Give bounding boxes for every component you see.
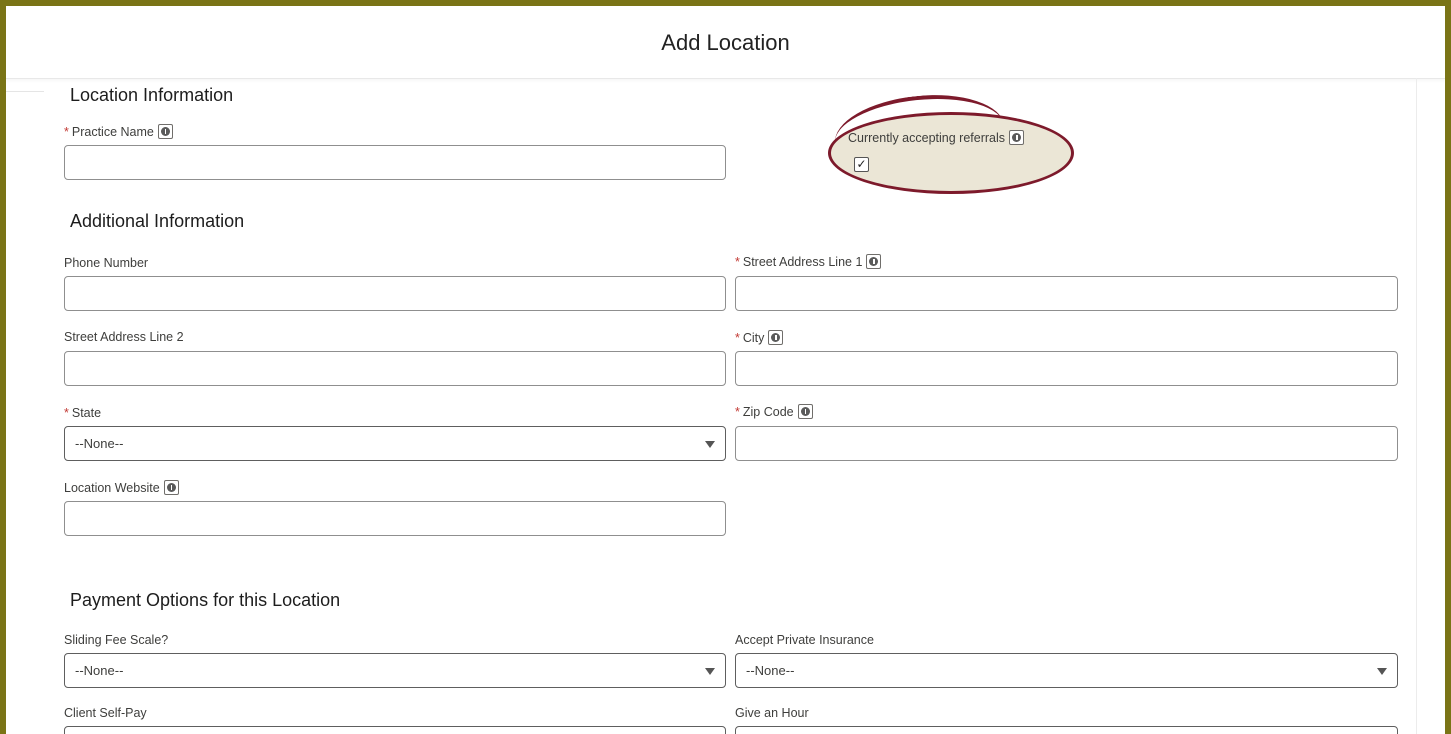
required-marker: * — [64, 406, 69, 420]
divider — [6, 91, 44, 92]
sliding-fee-select-value: --None-- — [75, 663, 124, 678]
location-website-input[interactable] — [64, 501, 726, 536]
sliding-fee-select[interactable]: --None-- — [64, 653, 726, 688]
zip-code-input[interactable] — [735, 426, 1398, 461]
practice-name-label-text: Practice Name — [71, 124, 154, 139]
required-marker: * — [735, 330, 740, 345]
location-website-label-text: Location Website — [64, 480, 160, 495]
street1-input[interactable] — [735, 276, 1398, 311]
phone-number-label: Phone Number — [64, 256, 148, 270]
city-label: * City — [735, 330, 784, 345]
street2-label: Street Address Line 2 — [64, 330, 184, 344]
private-insurance-select[interactable]: --None-- — [735, 653, 1398, 688]
scroll-edge — [1416, 78, 1417, 734]
accepting-referrals-label-text: Currently accepting referrals — [848, 130, 1006, 145]
info-icon[interactable] — [866, 254, 882, 269]
accepting-referrals-checkbox[interactable]: ✓ — [854, 157, 869, 172]
state-select[interactable]: --None-- — [64, 426, 726, 461]
chevron-down-icon[interactable] — [705, 441, 715, 448]
street1-label: * Street Address Line 1 — [735, 254, 882, 269]
accepting-referrals-label: Currently accepting referrals — [848, 130, 1025, 145]
zip-code-label: * Zip Code — [735, 404, 813, 419]
private-insurance-label: Accept Private Insurance — [735, 633, 874, 647]
state-label-text: State — [71, 406, 102, 420]
chevron-down-icon[interactable] — [1377, 668, 1387, 675]
info-icon[interactable] — [768, 330, 784, 345]
sliding-fee-label-text: Sliding Fee Scale? — [64, 633, 169, 647]
required-marker: * — [735, 254, 740, 269]
client-self-pay-select[interactable] — [64, 726, 726, 734]
info-icon[interactable] — [163, 480, 179, 495]
client-self-pay-label-text: Client Self-Pay — [64, 706, 147, 720]
state-label: * State — [64, 406, 101, 420]
required-marker: * — [735, 404, 740, 419]
info-icon[interactable] — [797, 404, 813, 419]
section-title-payment-options: Payment Options for this Location — [70, 590, 341, 610]
state-select-value: --None-- — [75, 436, 124, 451]
city-input[interactable] — [735, 351, 1398, 386]
practice-name-label: * Practice Name — [64, 124, 173, 139]
give-an-hour-label-text: Give an Hour — [735, 706, 809, 720]
city-label-text: City — [742, 330, 765, 345]
sliding-fee-label: Sliding Fee Scale? — [64, 633, 168, 647]
page-frame: Add Location Location Information * Prac… — [0, 0, 1451, 734]
info-icon[interactable] — [1009, 130, 1025, 145]
info-icon[interactable] — [157, 124, 173, 139]
section-title-location-information: Location Information — [70, 85, 234, 105]
modal-title: Add Location — [661, 30, 790, 55]
section-title-additional-information: Additional Information — [70, 211, 245, 231]
practice-name-input[interactable] — [64, 145, 726, 180]
location-website-label: Location Website — [64, 480, 179, 495]
private-insurance-label-text: Accept Private Insurance — [735, 633, 874, 647]
give-an-hour-select[interactable] — [735, 726, 1398, 734]
street1-label-text: Street Address Line 1 — [742, 254, 863, 269]
zip-code-label-text: Zip Code — [742, 404, 794, 419]
phone-number-label-text: Phone Number — [64, 256, 149, 270]
give-an-hour-label: Give an Hour — [735, 706, 809, 720]
street2-input[interactable] — [64, 351, 726, 386]
required-marker: * — [64, 124, 69, 139]
street2-label-text: Street Address Line 2 — [64, 330, 184, 344]
private-insurance-select-value: --None-- — [746, 663, 795, 678]
phone-number-input[interactable] — [64, 276, 726, 311]
client-self-pay-label: Client Self-Pay — [64, 706, 147, 720]
chevron-down-icon[interactable] — [705, 668, 715, 675]
modal-header: Add Location — [6, 6, 1445, 79]
highlight-ellipse — [828, 112, 1074, 194]
